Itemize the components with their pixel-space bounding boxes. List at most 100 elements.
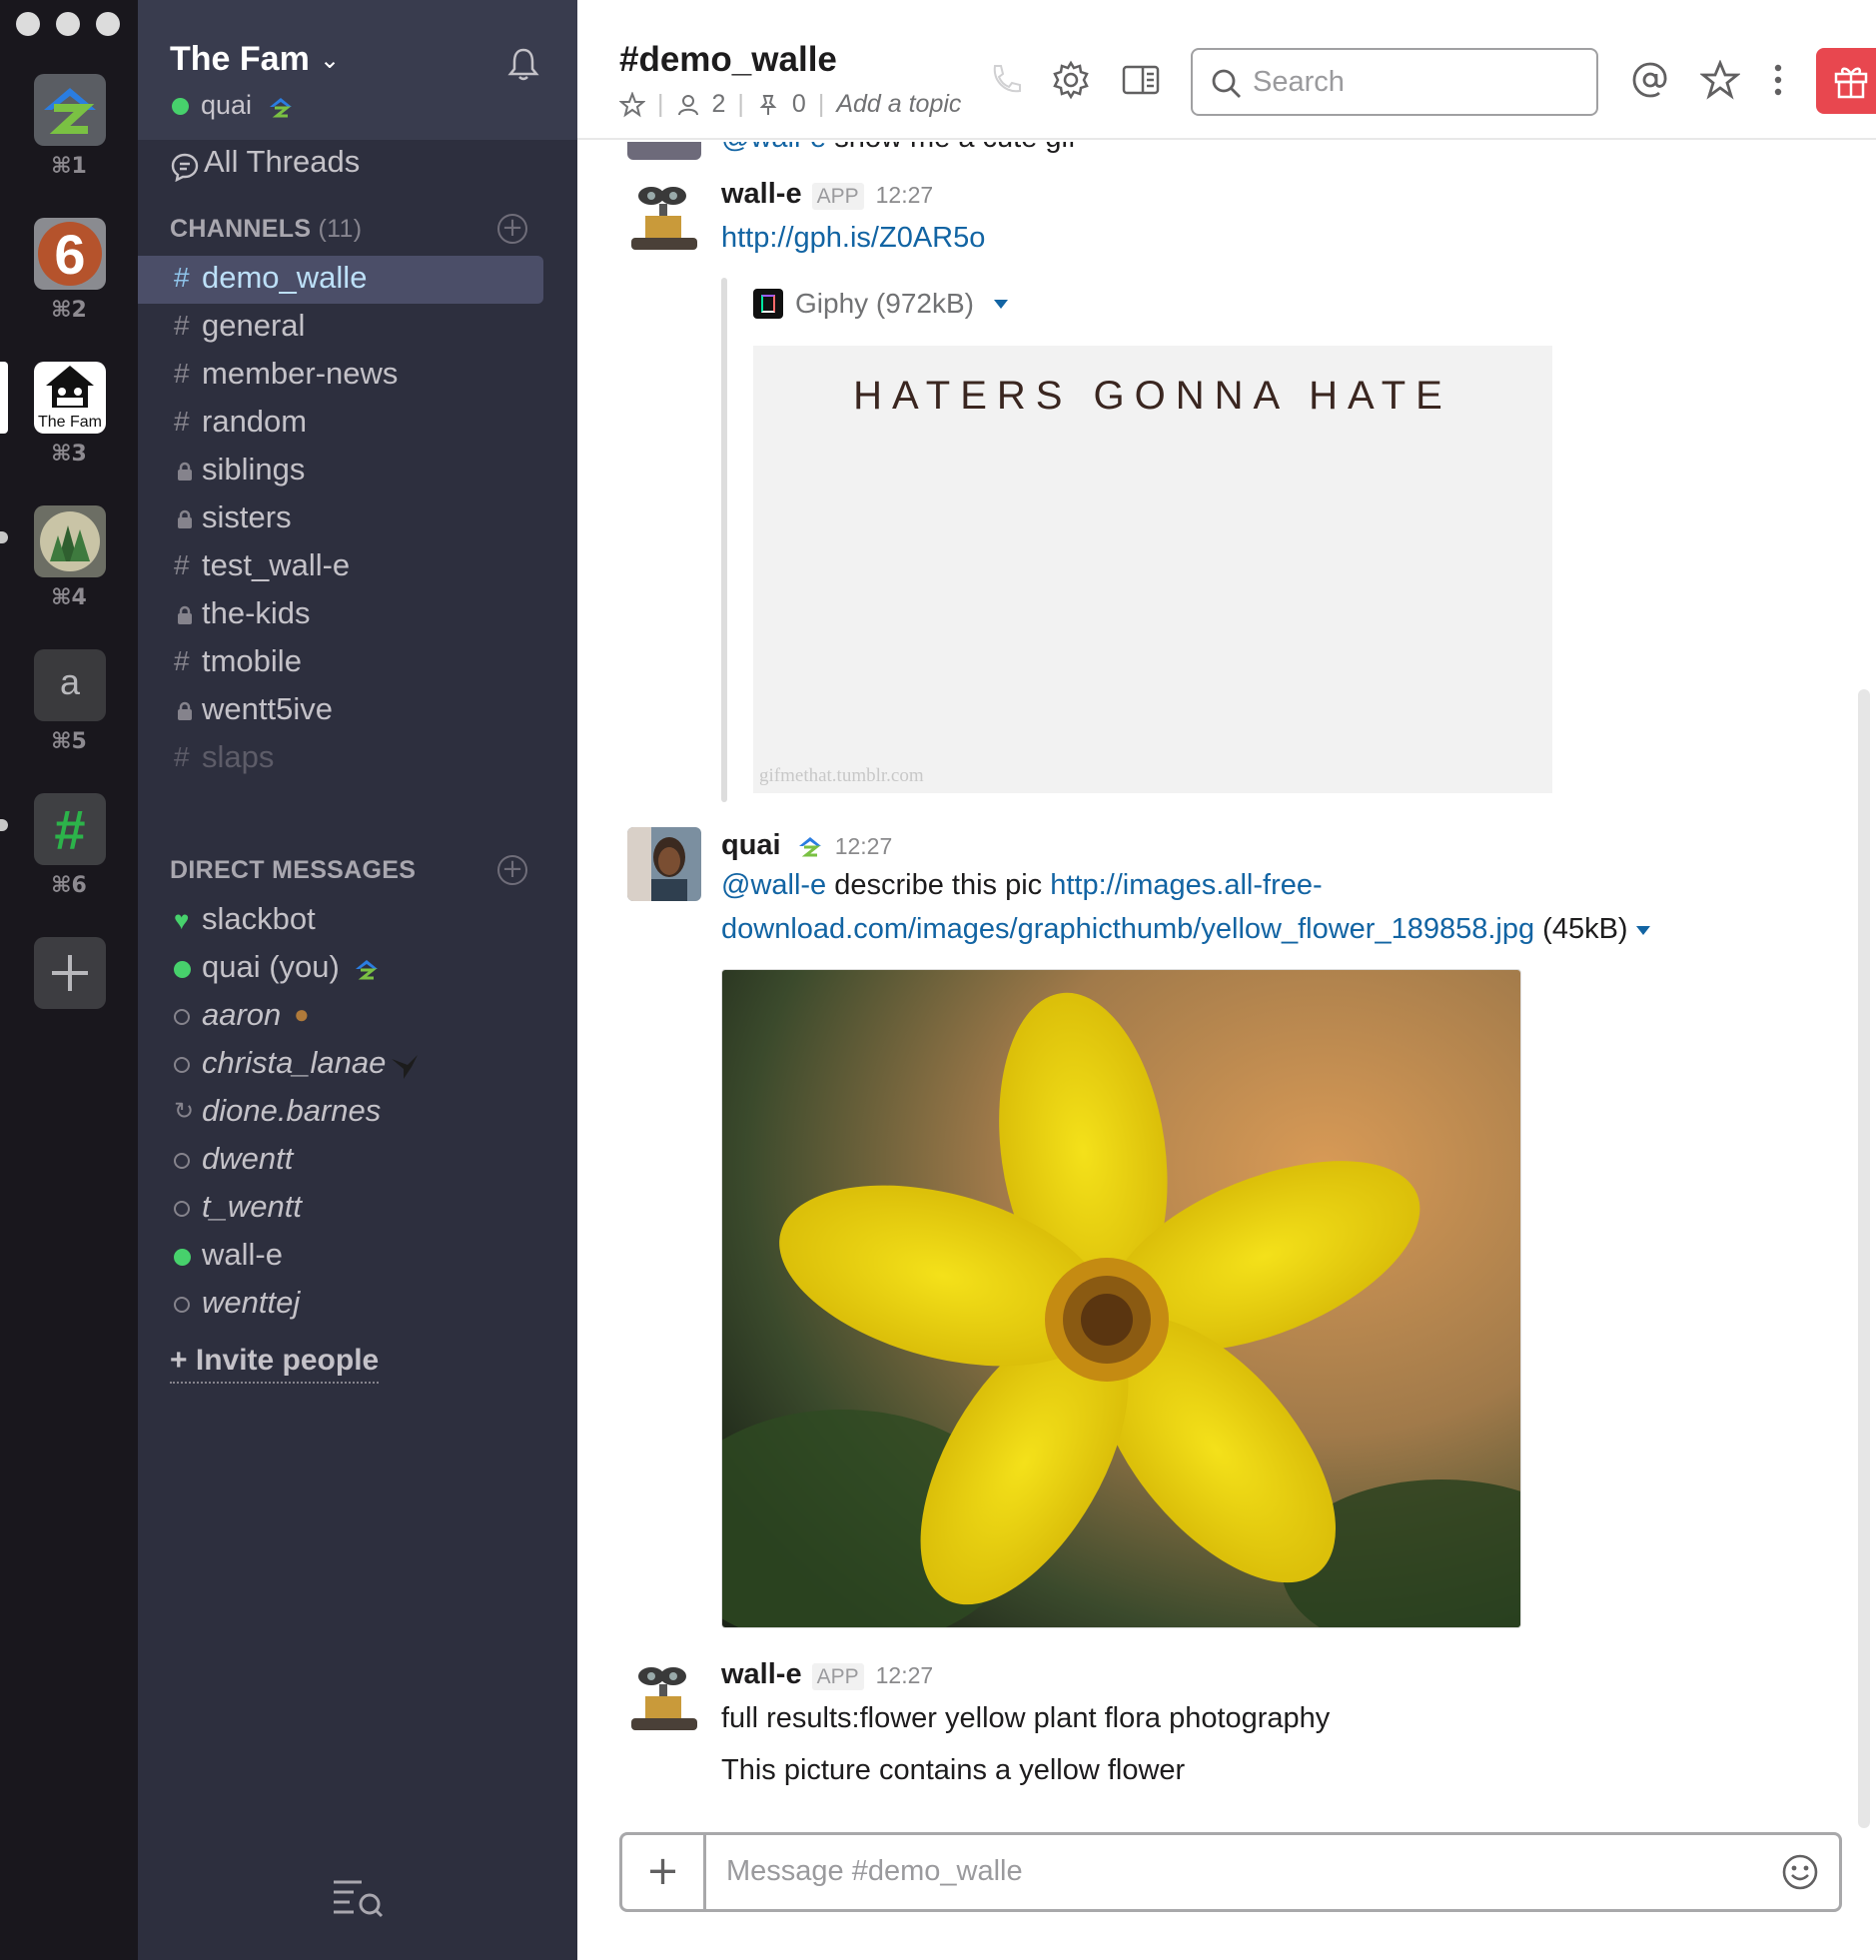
sidebar-item-wentt5ive[interactable]: wentt5ive bbox=[138, 687, 577, 735]
app-badge: APP bbox=[811, 1663, 864, 1690]
search-icon bbox=[1212, 69, 1241, 98]
message-link[interactable]: http://images.all-free- bbox=[1050, 869, 1322, 901]
channel-name: demo_walle bbox=[202, 260, 368, 295]
message-link[interactable]: http://gph.is/Z0AR5o bbox=[721, 222, 985, 255]
gift-button[interactable] bbox=[1816, 48, 1876, 114]
message-author[interactable]: quai bbox=[721, 829, 781, 861]
sidebar-item-random[interactable]: # random bbox=[138, 400, 577, 448]
mentions-icon[interactable] bbox=[1630, 60, 1670, 100]
gif-preview[interactable]: HATERS GONNA HATE gifmethat.tumblr.com bbox=[753, 346, 1552, 793]
channel-name: siblings bbox=[202, 452, 306, 487]
dm-item-christa_lanae[interactable]: christa_lanae bbox=[138, 1041, 577, 1089]
avatar[interactable] bbox=[627, 1662, 701, 1736]
channel-title[interactable]: #demo_walle bbox=[619, 40, 837, 80]
message-author[interactable]: wall-e bbox=[721, 178, 802, 210]
message-timestamp[interactable]: 12:27 bbox=[876, 1662, 934, 1688]
message-link[interactable]: download.com/images/graphicthumb/yellow_… bbox=[721, 913, 1534, 945]
team-4-button[interactable] bbox=[34, 505, 106, 577]
dm-item-wenttej[interactable]: wenttej bbox=[138, 1281, 577, 1329]
quick-switcher-icon[interactable] bbox=[332, 1878, 384, 1918]
add-team-button[interactable] bbox=[34, 937, 106, 1009]
message-author[interactable]: wall-e bbox=[721, 1658, 802, 1690]
channel-name: the-kids bbox=[202, 595, 311, 630]
member-count[interactable]: 2 bbox=[712, 90, 726, 119]
dm-item-dione.barnes[interactable]: ↻ dione.barnes bbox=[138, 1089, 577, 1137]
attach-file-button[interactable]: + bbox=[622, 1835, 706, 1909]
sidebar-item-sisters[interactable]: sisters bbox=[138, 495, 577, 543]
message-text: @wall-e show me a cute gif bbox=[721, 142, 1076, 155]
dm-item-aaron[interactable]: aaron ● bbox=[138, 993, 577, 1041]
house-icon bbox=[46, 366, 94, 408]
image-preview[interactable] bbox=[721, 969, 1521, 1628]
details-panel-icon[interactable] bbox=[1121, 60, 1161, 100]
online-status-icon bbox=[174, 1249, 196, 1266]
add-dm-button[interactable]: + bbox=[497, 855, 527, 885]
star-outline-icon[interactable] bbox=[619, 91, 645, 118]
sidebar-item-siblings[interactable]: siblings bbox=[138, 448, 577, 495]
team-2-button[interactable]: 6 bbox=[34, 218, 106, 290]
avatar[interactable] bbox=[627, 827, 701, 901]
dm-item-dwentt[interactable]: dwentt bbox=[138, 1137, 577, 1185]
window-zoom-button[interactable] bbox=[96, 12, 120, 36]
search-input[interactable]: Search bbox=[1191, 48, 1598, 116]
attachment-bar bbox=[721, 278, 727, 802]
user-mention[interactable]: @wall-e bbox=[721, 869, 826, 901]
channel-name: wentt5ive bbox=[202, 691, 333, 726]
gear-icon[interactable] bbox=[1051, 60, 1091, 100]
message-input[interactable]: Message #demo_walle bbox=[726, 1855, 1023, 1888]
lock-icon bbox=[178, 701, 192, 720]
bell-icon[interactable] bbox=[505, 46, 541, 82]
more-options-icon[interactable] bbox=[1758, 60, 1798, 100]
main-pane: #demo_walle | 2 | 0 | Add a topic Search… bbox=[577, 0, 1876, 1960]
dm-name: t_wentt bbox=[202, 1189, 302, 1224]
sidebar-item-the-kids[interactable]: the-kids bbox=[138, 591, 577, 639]
app-badge: APP bbox=[811, 183, 864, 210]
team-6-button[interactable]: # bbox=[34, 793, 106, 865]
message-header: quai 12:27 bbox=[721, 829, 892, 862]
sidebar-item-general[interactable]: # general bbox=[138, 304, 577, 352]
dm-item-quai[interactable]: quai (you) bbox=[138, 945, 577, 993]
all-threads-link[interactable]: All Threads bbox=[138, 140, 577, 188]
team-menu[interactable]: The Fam ⌄ quai bbox=[138, 0, 577, 140]
sidebar-item-tmobile[interactable]: # tmobile bbox=[138, 639, 577, 687]
pin-count[interactable]: 0 bbox=[792, 90, 806, 119]
sidebar-item-slaps[interactable]: # slaps bbox=[138, 735, 577, 783]
channels-section-title[interactable]: CHANNELS (11) bbox=[170, 215, 362, 244]
caret-down-icon[interactable] bbox=[1635, 925, 1650, 935]
window-close-button[interactable] bbox=[16, 12, 40, 36]
emoji-icon[interactable] bbox=[1781, 1853, 1819, 1891]
plus-icon bbox=[52, 955, 88, 991]
message-timestamp[interactable]: 12:27 bbox=[835, 833, 893, 859]
team-shortcut: ⌘5 bbox=[51, 729, 87, 754]
window-minimize-button[interactable] bbox=[56, 12, 80, 36]
team-5-button[interactable]: a bbox=[34, 649, 106, 721]
starred-items-icon[interactable] bbox=[1700, 60, 1740, 100]
invite-people-link[interactable]: + Invite people bbox=[170, 1344, 380, 1384]
dm-item-t_wentt[interactable]: t_wentt bbox=[138, 1185, 577, 1233]
user-name: quai bbox=[201, 90, 253, 120]
dm-item-wall-e[interactable]: wall-e bbox=[138, 1233, 577, 1281]
member-icon bbox=[677, 94, 698, 115]
gift-icon bbox=[1834, 67, 1868, 99]
sidebar-item-member-news[interactable]: # member-news bbox=[138, 352, 577, 400]
chevron-down-icon[interactable]: ⌄ bbox=[320, 46, 340, 74]
phone-icon[interactable] bbox=[985, 60, 1025, 100]
team-name[interactable]: The Fam bbox=[170, 40, 310, 79]
add-topic-link[interactable]: Add a topic bbox=[836, 90, 961, 119]
zillow-status-icon bbox=[798, 837, 821, 857]
channel-name: general bbox=[202, 308, 306, 343]
direct-messages-section-title[interactable]: DIRECT MESSAGES bbox=[170, 856, 416, 885]
message-scrollbar[interactable] bbox=[1858, 689, 1870, 1828]
team-3-button[interactable]: The Fam bbox=[34, 362, 106, 434]
dm-item-slackbot[interactable]: ♥ slackbot bbox=[138, 897, 577, 945]
message-timestamp[interactable]: 12:27 bbox=[876, 182, 934, 208]
message-composer[interactable]: + Message #demo_walle bbox=[619, 1832, 1842, 1912]
current-user[interactable]: quai bbox=[172, 90, 294, 121]
avatar[interactable] bbox=[627, 182, 701, 256]
team-unread-dot bbox=[0, 819, 8, 831]
sidebar-item-test_wall-e[interactable]: # test_wall-e bbox=[138, 543, 577, 591]
team-1-button[interactable] bbox=[34, 74, 106, 146]
caret-down-icon[interactable] bbox=[993, 299, 1008, 309]
add-channel-button[interactable]: + bbox=[497, 214, 527, 244]
sidebar-item-demo_walle[interactable]: # demo_walle bbox=[138, 256, 543, 304]
